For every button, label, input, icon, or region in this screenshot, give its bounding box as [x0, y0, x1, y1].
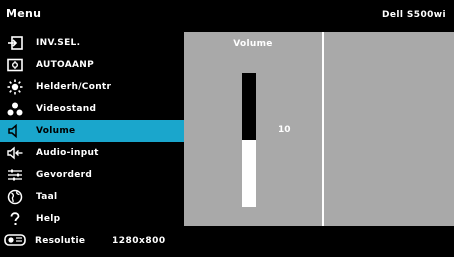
menu-item-input-select[interactable]: INV.SEL. [0, 32, 184, 54]
panel-title: Volume [233, 39, 273, 49]
menu-item-label: INV.SEL. [36, 38, 81, 48]
menu-item-label: Audio-input [36, 148, 99, 158]
resolution-label: Resolutie [35, 236, 86, 246]
menu-item-label: Helderh/Contr [36, 82, 112, 92]
panel-divider [322, 32, 324, 226]
volume-slider[interactable] [242, 73, 256, 207]
main-menu: INV.SEL. AUTOAANP Helderh/Contr Videosta… [0, 32, 184, 226]
menu-item-volume[interactable]: Volume [0, 120, 184, 142]
help-icon [6, 211, 24, 227]
projector-icon [4, 233, 26, 247]
menu-item-video-mode[interactable]: Videostand [0, 98, 184, 120]
menu-item-label: AUTOAANP [36, 60, 95, 70]
menu-item-brightness-contrast[interactable]: Helderh/Contr [0, 76, 184, 98]
audio-input-icon [6, 145, 24, 161]
menu-item-language[interactable]: Taal [0, 186, 184, 208]
resolution-value: 1280x800 [112, 236, 166, 246]
volume-panel [184, 32, 454, 226]
brightness-icon [6, 79, 24, 95]
menu-item-audio-input[interactable]: Audio-input [0, 142, 184, 164]
menu-item-label: Gevorderd [36, 170, 93, 180]
menu-item-label: Help [36, 214, 61, 224]
volume-value: 10 [278, 125, 291, 135]
volume-slider-level [242, 73, 256, 140]
menu-item-auto-adjust[interactable]: AUTOAANP [0, 54, 184, 76]
speaker-icon [6, 123, 24, 139]
projector-osd: Menu Dell S500wi INV.SEL. AUTOAANP Helde… [0, 0, 454, 257]
menu-item-label: Volume [36, 126, 76, 136]
osd-header: Menu Dell S500wi [0, 0, 454, 29]
video-mode-icon [6, 101, 24, 117]
auto-adjust-icon [6, 57, 24, 73]
menu-item-help[interactable]: Help [0, 208, 184, 230]
menu-item-label: Videostand [36, 104, 97, 114]
globe-icon [6, 189, 24, 205]
input-select-icon [6, 35, 24, 51]
menu-title: Menu [6, 7, 42, 20]
status-bar: Resolutie 1280x800 [0, 228, 454, 257]
model-name: Dell S500wi [382, 10, 446, 20]
menu-item-advanced[interactable]: Gevorderd [0, 164, 184, 186]
menu-item-label: Taal [36, 192, 58, 202]
advanced-settings-icon [6, 167, 24, 183]
